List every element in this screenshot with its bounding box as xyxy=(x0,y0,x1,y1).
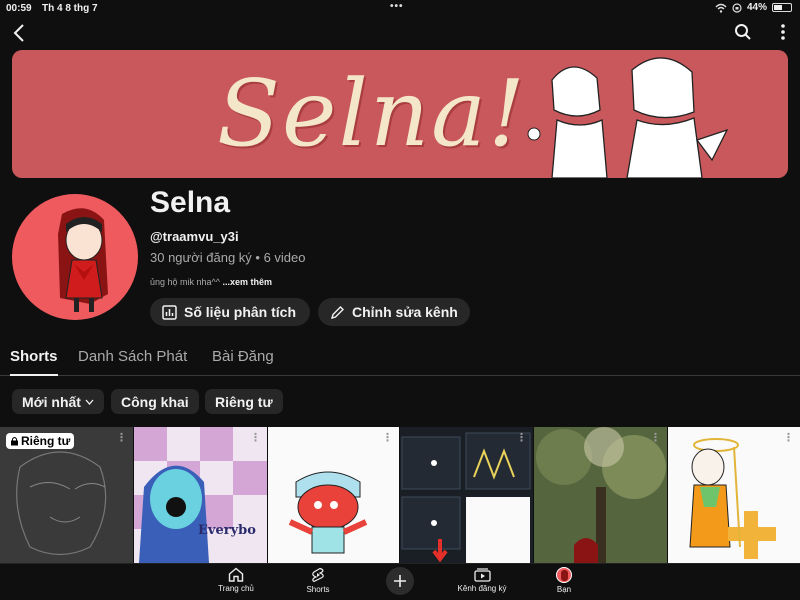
sort-newest-chip[interactable]: Mới nhất xyxy=(12,389,104,414)
analytics-label: Số liệu phân tích xyxy=(184,304,297,320)
nav-home[interactable]: Trang chủ xyxy=(196,567,276,593)
channel-description[interactable]: ủng hộ mik nha^^ ...xem thêm xyxy=(150,277,272,287)
orientation-lock-icon xyxy=(732,2,742,13)
banner-characters xyxy=(527,57,729,178)
status-indicators: 44% xyxy=(715,2,792,13)
short-thumbnail[interactable]: Everybo ⋮ xyxy=(134,427,267,563)
short-more-icon[interactable]: ⋮ xyxy=(783,431,794,444)
lock-icon xyxy=(11,437,18,446)
battery-percent: 44% xyxy=(746,2,767,13)
short-more-icon[interactable]: ⋮ xyxy=(516,431,527,444)
battery-icon xyxy=(772,3,792,12)
status-bar: 00:59 Th 4 8 thg 7 ••• 44% xyxy=(0,0,800,18)
tab-posts[interactable]: Bài Đăng xyxy=(212,348,274,365)
profile-avatar-icon xyxy=(556,567,572,583)
channel-avatar[interactable] xyxy=(12,194,138,320)
active-tab-indicator xyxy=(10,374,58,376)
short-more-icon[interactable]: ⋮ xyxy=(382,431,393,444)
channel-handle: @traamvu_y3i xyxy=(150,229,239,244)
shorts-icon xyxy=(312,567,324,583)
nav-you[interactable]: Bạn xyxy=(524,567,604,594)
subscriptions-icon xyxy=(473,568,491,582)
short-thumbnail[interactable]: ⋮ xyxy=(668,427,800,563)
edit-channel-label: Chỉnh sửa kênh xyxy=(352,304,458,320)
filter-public-chip[interactable]: Công khai xyxy=(111,389,199,414)
short-thumbnail[interactable]: ⋮ xyxy=(534,427,667,563)
tab-shorts[interactable]: Shorts xyxy=(10,348,58,365)
thumb-overlay-text: Everybo xyxy=(198,523,256,538)
top-bar xyxy=(0,20,800,46)
wifi-icon xyxy=(715,3,727,13)
red-character-illustration xyxy=(288,471,368,554)
see-more-link[interactable]: ...xem thêm xyxy=(223,277,273,287)
plus-icon xyxy=(394,575,406,587)
nav-home-label: Trang chủ xyxy=(218,584,254,593)
more-vert-icon[interactable] xyxy=(780,23,786,41)
channel-name: Selna xyxy=(150,186,231,219)
analytics-button[interactable]: Số liệu phân tích xyxy=(150,298,310,326)
shorts-grid: Riêng tư ⋮ Everybo ⋮ ⋮ ⋮ ⋮ ⋮ xyxy=(0,427,800,563)
private-badge: Riêng tư xyxy=(6,433,75,449)
short-thumbnail[interactable]: ⋮ xyxy=(400,427,533,563)
multitask-dots-icon[interactable]: ••• xyxy=(390,1,404,12)
private-badge-label: Riêng tư xyxy=(21,434,71,448)
channel-banner: Selna! xyxy=(12,50,788,178)
nav-shorts-label: Shorts xyxy=(306,585,330,594)
short-more-icon[interactable]: ⋮ xyxy=(250,431,261,444)
channel-meta: 30 người đăng ký • 6 video xyxy=(150,250,306,265)
nav-shorts[interactable]: Shorts xyxy=(278,567,358,594)
create-button[interactable] xyxy=(386,567,414,595)
app-screens-illustration xyxy=(401,432,531,563)
short-more-icon[interactable]: ⋮ xyxy=(116,431,127,444)
nav-you-label: Bạn xyxy=(556,585,572,594)
bottom-nav: Trang chủ Shorts Kênh đăng ký Bạn xyxy=(0,563,800,600)
angel-character-illustration xyxy=(689,438,776,559)
edit-channel-button[interactable]: Chỉnh sửa kênh xyxy=(318,298,470,326)
checker-illustration xyxy=(134,427,267,563)
nav-subscriptions[interactable]: Kênh đăng ký xyxy=(442,567,522,593)
tab-playlists[interactable]: Danh Sách Phát xyxy=(78,348,187,365)
tree-photo-illustration xyxy=(534,427,667,563)
analytics-icon xyxy=(162,304,177,320)
sort-newest-label: Mới nhất xyxy=(22,393,81,410)
banner-text: Selna! xyxy=(217,60,527,167)
back-arrow-icon[interactable] xyxy=(12,23,26,43)
home-icon xyxy=(228,567,244,582)
filter-private-chip[interactable]: Riêng tư xyxy=(205,389,283,414)
chevron-down-icon xyxy=(85,399,94,405)
short-thumbnail[interactable]: Riêng tư ⋮ xyxy=(0,427,133,563)
search-icon[interactable] xyxy=(734,23,752,41)
pencil-icon xyxy=(330,305,344,319)
description-text: ủng hộ mik nha^^ xyxy=(150,277,220,287)
short-more-icon[interactable]: ⋮ xyxy=(650,431,661,444)
nav-subscriptions-label: Kênh đăng ký xyxy=(457,584,507,593)
short-thumbnail[interactable]: ⋮ xyxy=(268,427,399,563)
channel-tabs: Shorts Danh Sách Phát Bài Đăng xyxy=(0,340,800,376)
avatar-illustration xyxy=(58,208,108,312)
status-time: 00:59 xyxy=(6,3,32,14)
status-date: Th 4 8 thg 7 xyxy=(42,3,98,14)
